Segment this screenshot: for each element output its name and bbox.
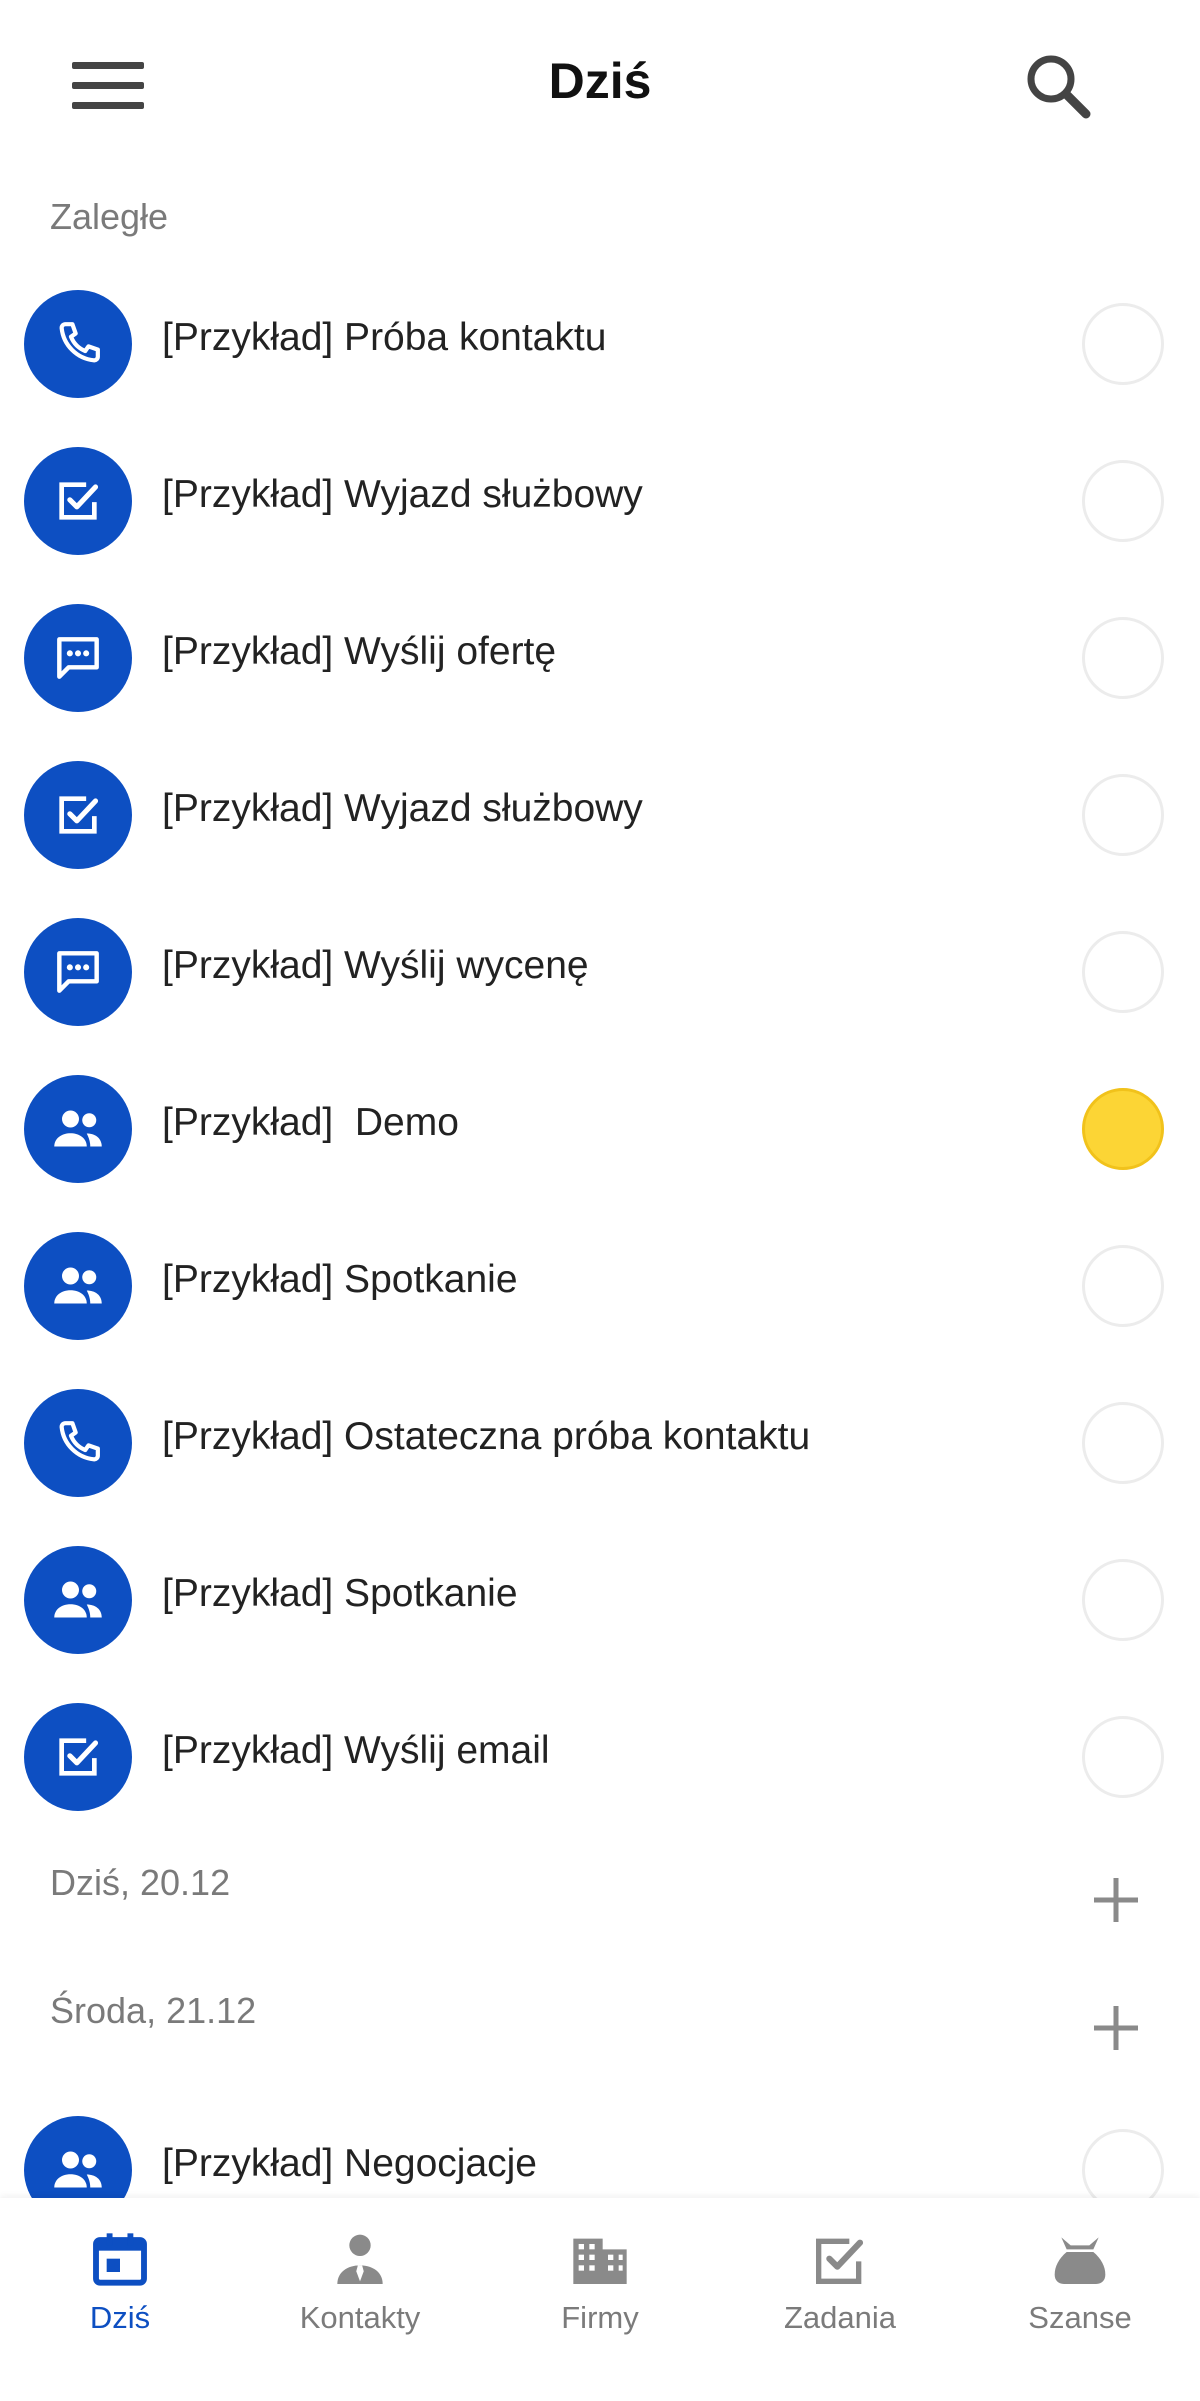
app-bar: Dziś	[0, 0, 1200, 170]
list-item[interactable]: [Przykład] Wyślij ofertę	[0, 578, 1200, 735]
complete-checkbox[interactable]	[1082, 931, 1164, 1013]
tab-4[interactable]: Szanse	[960, 2198, 1200, 2401]
item-title: [Przykład] Wyjazd służbowy	[162, 787, 643, 830]
complete-checkbox[interactable]	[1082, 303, 1164, 385]
complete-checkbox[interactable]	[1082, 1402, 1164, 1484]
chat-icon	[24, 604, 132, 712]
search-icon[interactable]	[1022, 50, 1094, 122]
tab-2[interactable]: Firmy	[480, 2198, 720, 2401]
tab-3[interactable]: Zadania	[720, 2198, 960, 2401]
task-check-icon	[24, 761, 132, 869]
list-item[interactable]: [Przykład] Wyślij wycenę	[0, 892, 1200, 1049]
item-title: [Przykład] Spotkanie	[162, 1572, 518, 1615]
tab-label: Szanse	[1028, 2300, 1132, 2335]
phone-icon	[24, 1389, 132, 1497]
list-item[interactable]: [Przykład] Wyjazd służbowy	[0, 421, 1200, 578]
item-title: [Przykład] Negocjacje	[162, 2142, 537, 2185]
tab-label: Zadania	[783, 2300, 897, 2335]
item-title: [Przykład] Wyślij ofertę	[162, 630, 557, 673]
item-title: [Przykład] Wyślij wycenę	[162, 944, 589, 987]
building-icon	[568, 2228, 632, 2292]
tab-0[interactable]: Dziś	[0, 2198, 240, 2401]
list-item[interactable]: [Przykład] Próba kontaktu	[0, 264, 1200, 421]
list-item[interactable]: [Przykład] Wyjazd służbowy	[0, 735, 1200, 892]
complete-checkbox[interactable]	[1082, 774, 1164, 856]
item-title: [Przykład] Demo	[162, 1101, 459, 1144]
chat-icon	[24, 918, 132, 1026]
task-check-icon	[24, 447, 132, 555]
list-item[interactable]: [Przykład] Demo	[0, 1049, 1200, 1206]
page-title: Dziś	[548, 53, 652, 109]
money-bag-icon	[1048, 2228, 1112, 2292]
tab-label: Dziś	[89, 2300, 151, 2335]
list-item[interactable]: [Przykład] Spotkanie	[0, 1520, 1200, 1677]
tab-1[interactable]: Kontakty	[240, 2198, 480, 2401]
section-label: Zaległe	[50, 196, 169, 237]
list-item[interactable]: [Przykład] Spotkanie	[0, 1206, 1200, 1363]
item-title: [Przykład] Próba kontaktu	[162, 316, 607, 359]
section-header: Środa, 21.12	[0, 1962, 1200, 2090]
section-label: Środa, 21.12	[50, 1990, 257, 2031]
people-icon	[24, 1232, 132, 1340]
complete-checkbox[interactable]	[1082, 1559, 1164, 1641]
section-header: Zaległe	[0, 170, 1200, 264]
calendar-icon	[88, 2228, 152, 2292]
list-item[interactable]: [Przykład] Wyślij email	[0, 1677, 1200, 1834]
section-header: Dziś, 20.12	[0, 1834, 1200, 1962]
tab-label: Kontakty	[299, 2300, 421, 2335]
complete-checkbox[interactable]	[1082, 617, 1164, 699]
complete-checkbox[interactable]	[1082, 1088, 1164, 1170]
item-title: [Przykład] Ostateczna próba kontaktu	[162, 1415, 811, 1458]
complete-checkbox[interactable]	[1082, 460, 1164, 542]
bottom-tab-bar: Dziś Kontakty Firmy Zadania Szanse	[0, 2198, 1200, 2401]
people-icon	[24, 1546, 132, 1654]
item-title: [Przykład] Wyjazd służbowy	[162, 473, 643, 516]
plus-icon[interactable]	[1086, 1998, 1146, 2058]
section-label: Dziś, 20.12	[50, 1862, 231, 1903]
tab-label: Firmy	[561, 2300, 639, 2335]
complete-checkbox[interactable]	[1082, 1716, 1164, 1798]
task-check-icon	[808, 2228, 872, 2292]
item-title: [Przykład] Spotkanie	[162, 1258, 518, 1301]
activity-list: Zaległe [Przykład] Próba kontaktu [Przykła…	[0, 170, 1200, 2247]
task-check-icon	[24, 1703, 132, 1811]
phone-icon	[24, 290, 132, 398]
list-item[interactable]: [Przykład] Ostateczna próba kontaktu	[0, 1363, 1200, 1520]
people-icon	[24, 1075, 132, 1183]
item-title: [Przykład] Wyślij email	[162, 1729, 550, 1772]
complete-checkbox[interactable]	[1082, 1245, 1164, 1327]
person-icon	[328, 2228, 392, 2292]
plus-icon[interactable]	[1086, 1870, 1146, 1930]
